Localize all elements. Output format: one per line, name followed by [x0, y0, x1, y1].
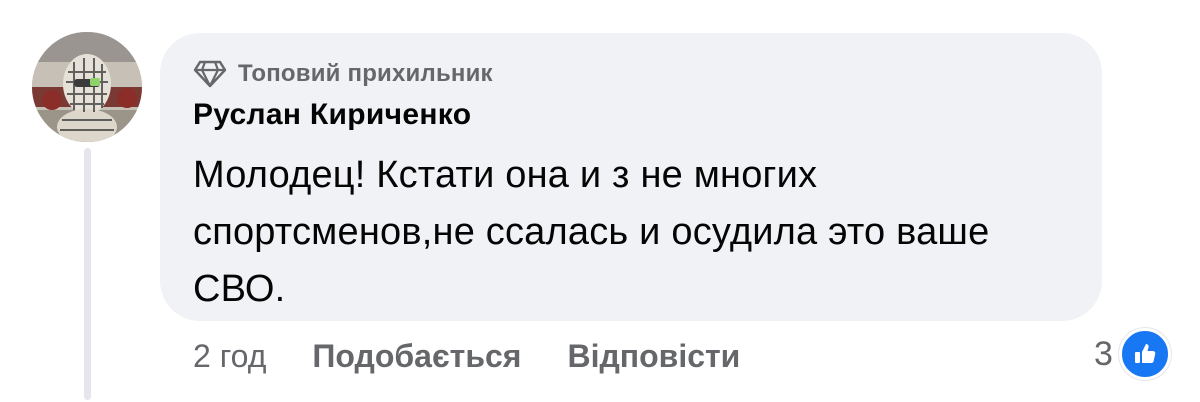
like-icon [1118, 328, 1171, 380]
comment-container: Топовий прихильник Руслан Кириченко Моло… [0, 0, 1200, 402]
reaction-summary[interactable]: 3 [1094, 328, 1171, 380]
reply-button[interactable]: Відповісти [567, 338, 740, 375]
diamond-icon [192, 58, 228, 90]
top-fan-badge[interactable]: Топовий прихильник [192, 58, 493, 90]
thread-line [84, 148, 91, 400]
reaction-count: 3 [1094, 334, 1113, 373]
avatar[interactable] [32, 32, 142, 142]
comment-actions: 2 год Подобається Відповісти [193, 334, 786, 378]
like-button[interactable]: Подобається [312, 338, 521, 375]
author-name[interactable]: Руслан Кириченко [193, 98, 471, 132]
timestamp[interactable]: 2 год [193, 338, 266, 375]
avatar-image [32, 32, 142, 142]
badge-label: Топовий прихильник [238, 60, 493, 87]
comment-text: Молодец! Кстати она и з не многих спортс… [193, 154, 990, 310]
